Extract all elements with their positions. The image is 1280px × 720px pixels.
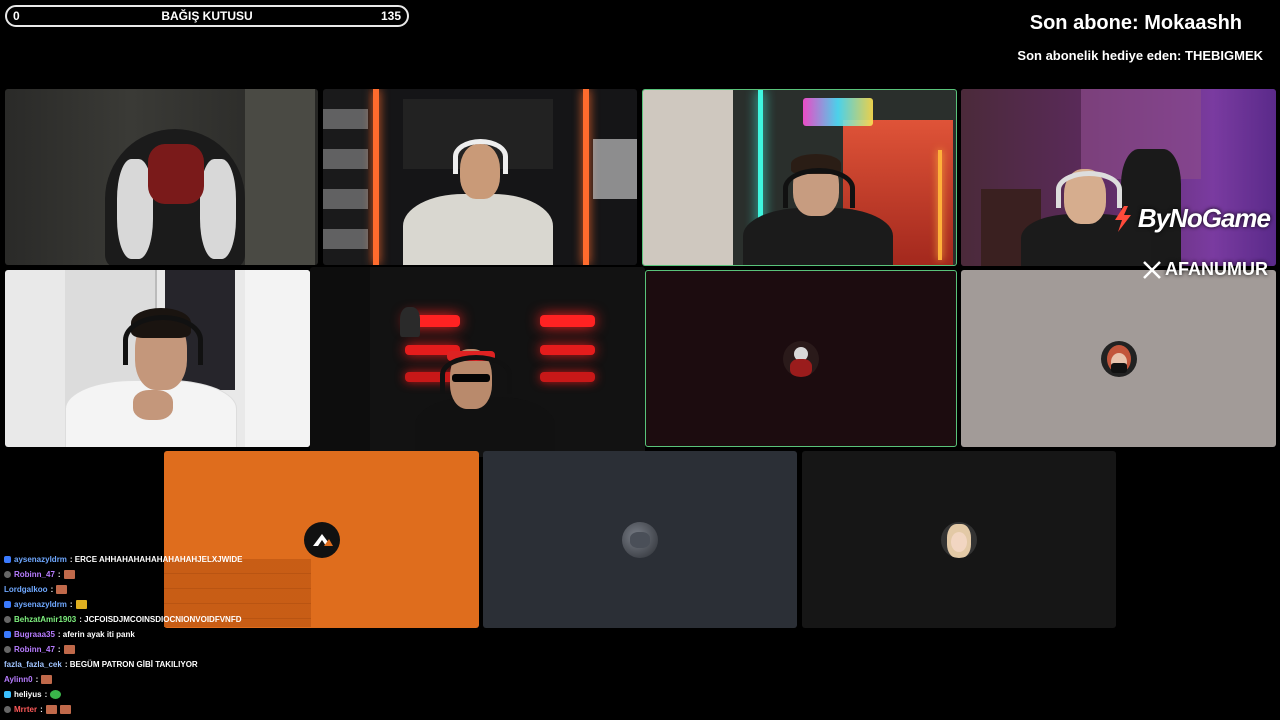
chat-message: fazla_fazla_cek : BEGÜM PATRON GİBİ TAKI… [4, 660, 198, 669]
camera-tile-neon-room[interactable] [642, 89, 957, 266]
camera-tile-purple-room[interactable] [961, 89, 1276, 266]
camera-tile-white-room[interactable] [5, 270, 310, 447]
badge-icon [4, 631, 11, 638]
chat-message: Mrrter : [4, 705, 71, 714]
sponsor-name: ByNoGame [1137, 203, 1271, 233]
x-logo-icon [1143, 260, 1161, 279]
chat-text: : [44, 690, 48, 699]
badge-icon [4, 691, 11, 698]
badge-icon [4, 601, 11, 608]
chat-username: Aylinn0 [4, 675, 33, 684]
avatar-tile-slate[interactable] [483, 451, 797, 628]
chat-text: : ERCE AHHAHAHAHAHAHAHAHJELXJWIDE [69, 555, 243, 564]
chat-text: : aferin ayak iti pank [57, 630, 135, 639]
chat-text: : [40, 705, 43, 714]
chat-username: Lordgalkoo [4, 585, 48, 594]
last-gift-sub: Son abonelik hediye eden: THEBIGMEK [1017, 48, 1263, 63]
chat-message: Aylinn0 : [4, 675, 53, 684]
chat-username: BehzatAmir1903 [14, 615, 77, 624]
chat-overlay: aysenazyldrm : ERCE AHHAHAHAHAHAHAHAHJEL… [0, 553, 320, 720]
badge-icon [4, 616, 11, 623]
avatar-tile-black[interactable] [802, 451, 1116, 628]
donation-right-value: 135 [380, 9, 401, 23]
emote-icon [41, 675, 53, 684]
badge-icon [4, 556, 11, 563]
chat-text: : [57, 570, 61, 579]
emote-icon [63, 570, 75, 579]
chat-message: aysenazyldrm : ERCE AHHAHAHAHAHAHAHAHJEL… [4, 555, 243, 564]
badge-icon [4, 571, 11, 578]
chat-username: Mrrter [14, 705, 38, 714]
user-avatar [1100, 340, 1137, 377]
user-avatar [622, 521, 658, 558]
emote-icon [59, 705, 71, 714]
x-handle: AFANUMUR [1142, 259, 1268, 280]
emote-icon [63, 645, 75, 654]
camera-tile-red-lights[interactable] [310, 267, 645, 457]
chat-message: Bugraaa35 : aferin ayak iti pank [4, 630, 135, 639]
chat-text: : BEGÜM PATRON GİBİ TAKILIYOR [64, 660, 198, 669]
camera-tile-empty-chair[interactable] [5, 89, 318, 265]
gaming-chair [5, 89, 318, 265]
badge-icon [4, 646, 11, 653]
badge-icon [4, 706, 11, 713]
donation-bar: 0 BAĞIŞ KUTUSU 135 [5, 5, 409, 27]
chat-username: Robinn_47 [14, 570, 55, 579]
chat-text: : [35, 675, 39, 684]
user-avatar [783, 340, 819, 377]
chat-text: : [69, 600, 73, 609]
chat-message: Robinn_47 : [4, 570, 75, 579]
chat-username: Bugraaa35 [14, 630, 55, 639]
chat-message: aysenazyldrm : [4, 600, 87, 609]
chat-username: aysenazyldrm [14, 600, 67, 609]
user-avatar [941, 521, 977, 558]
emote-icon [45, 705, 57, 714]
chat-username: fazla_fazla_cek [4, 660, 62, 669]
donation-title: BAĞIŞ KUTUSU [161, 9, 253, 23]
chat-message: Lordgalkoo : [4, 585, 68, 594]
donation-left-value: 0 [13, 9, 20, 23]
chat-username: heliyus [14, 690, 42, 699]
emote-icon [75, 600, 87, 609]
bynogame-icon [1112, 205, 1134, 232]
sponsor-logo: ByNoGame [1112, 203, 1271, 234]
chat-message: heliyus : [4, 690, 62, 699]
chat-text: : [57, 645, 61, 654]
last-subscriber: Son abone: Mokaashh [1029, 12, 1242, 34]
avatar-tile-gray[interactable] [961, 270, 1276, 447]
x-handle-name: AFANUMUR [1165, 259, 1268, 279]
emote-icon [56, 585, 68, 594]
camera-tile-streamer-white-tshirt[interactable] [323, 89, 637, 265]
chat-username: aysenazyldrm [14, 555, 67, 564]
chat-username: Robinn_47 [14, 645, 55, 654]
avatar-tile-dark-red[interactable] [645, 270, 957, 447]
chat-message: BehzatAmir1903 : JCFOISDJMCOINSDIOCNIONV… [4, 615, 241, 624]
emote-icon [50, 690, 62, 699]
chat-message: Robinn_47 : [4, 645, 75, 654]
chat-text: : [50, 585, 54, 594]
chat-text: : JCFOISDJMCOINSDIOCNIONVOIDFVNFD [79, 615, 242, 624]
